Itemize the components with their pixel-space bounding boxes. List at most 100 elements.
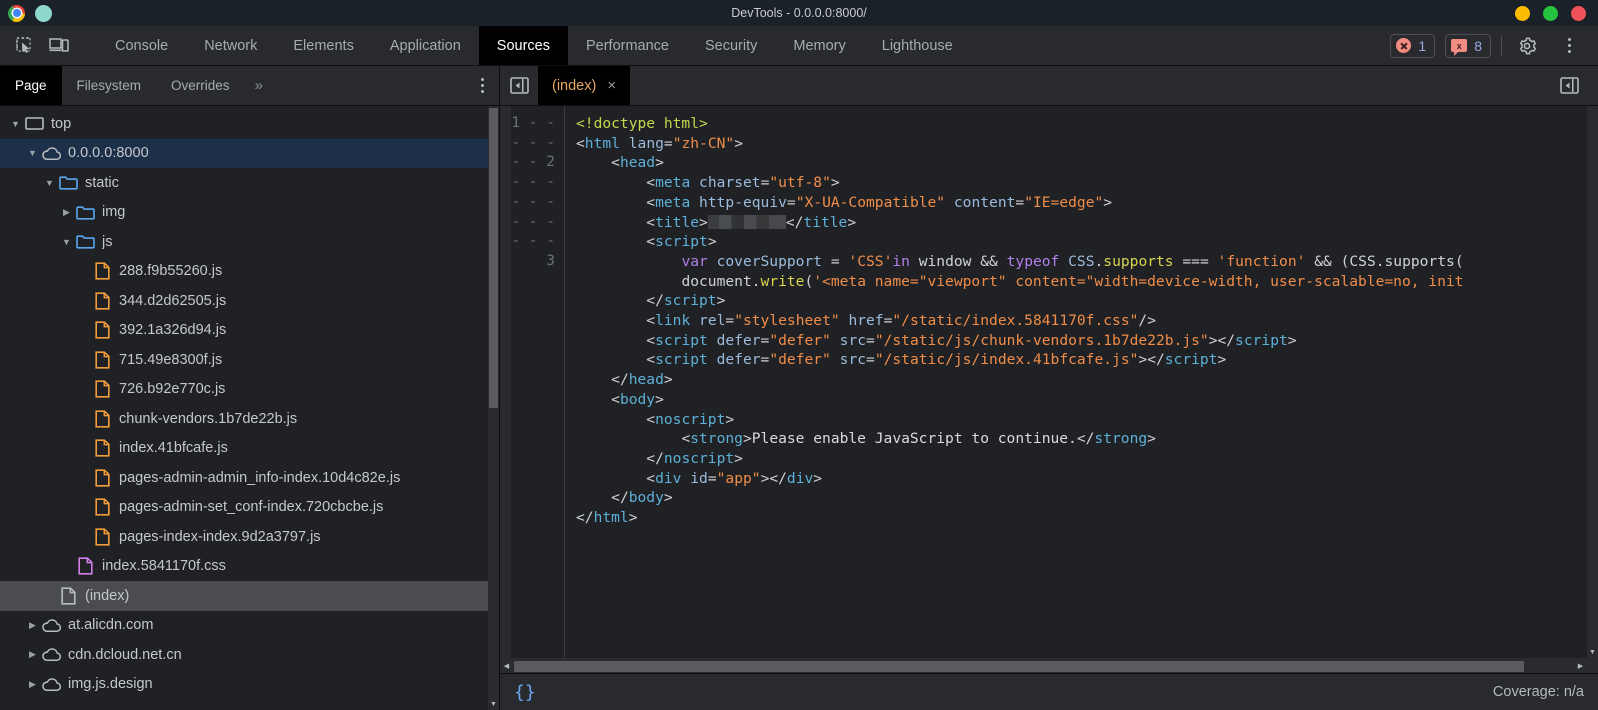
navigator-kebab-menu-icon[interactable] xyxy=(465,66,499,105)
window-close-button[interactable] xyxy=(1571,5,1586,21)
navigator-tabbar: Page Filesystem Overrides » xyxy=(0,66,499,106)
chevron-down-icon[interactable] xyxy=(59,237,74,247)
window-maximize-button[interactable] xyxy=(1543,5,1558,21)
editor-hscroll-thumb[interactable] xyxy=(514,661,1524,672)
collapse-navigator-icon[interactable] xyxy=(500,66,538,105)
tab-network[interactable]: Network xyxy=(186,26,275,65)
editor-horizontal-scrollbar[interactable]: ◀ ▶ xyxy=(500,658,1598,673)
folder-icon xyxy=(74,205,96,220)
sources-editor-panel: (index) × 1 - - - - - - - 2 - - - - - - … xyxy=(500,66,1598,710)
tree-row[interactable]: 288.f9b55260.js xyxy=(0,257,499,287)
show-debugger-sidebar-icon[interactable] xyxy=(1550,77,1588,94)
tree-row[interactable]: pages-admin-admin_info-index.10d4c82e.js xyxy=(0,463,499,493)
chevron-right-icon[interactable] xyxy=(59,207,74,218)
scroll-down-arrow-icon[interactable]: ▼ xyxy=(488,698,499,710)
tree-row[interactable]: pages-admin-set_conf-index.720cbcbe.js xyxy=(0,493,499,523)
error-counter-button[interactable]: 1 xyxy=(1390,33,1436,58)
tree-row[interactable]: index.5841170f.css xyxy=(0,552,499,582)
chevron-right-icon[interactable] xyxy=(25,679,40,690)
editor-scroll-down-arrow-icon[interactable]: ▼ xyxy=(1587,646,1598,658)
tree-row[interactable]: cdn.dcloud.net.cn xyxy=(0,640,499,670)
toolbar-right-controls: 1 x 8 xyxy=(1390,26,1598,65)
device-toolbar-icon[interactable] xyxy=(44,32,74,60)
navigator-vertical-scrollbar[interactable]: ▲ ▼ xyxy=(488,106,499,710)
gear-icon[interactable] xyxy=(1512,32,1542,60)
tree-row[interactable]: img xyxy=(0,198,499,228)
js-file-icon xyxy=(91,410,113,428)
inspect-element-icon[interactable] xyxy=(10,32,40,60)
toolbar-tool-icons xyxy=(0,26,97,65)
navigator-tab-filesystem[interactable]: Filesystem xyxy=(62,66,157,105)
tree-row[interactable]: 0.0.0.0:8000 xyxy=(0,138,499,168)
doc-file-icon xyxy=(57,587,79,605)
navigator-scroll-thumb[interactable] xyxy=(489,108,498,408)
chevron-right-icon[interactable] xyxy=(25,649,40,660)
tree-row-label: static xyxy=(85,174,119,191)
tree-row-label: 392.1a326d94.js xyxy=(119,322,227,339)
chevron-down-icon[interactable] xyxy=(8,119,23,129)
editor-file-tab-index[interactable]: (index) × xyxy=(538,66,631,105)
chevron-down-icon[interactable] xyxy=(42,178,57,188)
tab-application[interactable]: Application xyxy=(372,26,479,65)
tree-row[interactable]: img.js.design xyxy=(0,670,499,700)
scroll-left-arrow-icon[interactable]: ◀ xyxy=(500,659,513,674)
chevron-right-icon[interactable] xyxy=(25,620,40,631)
tree-row-label: at.alicdn.com xyxy=(68,617,154,634)
devtools-main-toolbar: Console Network Elements Application Sou… xyxy=(0,26,1598,66)
tree-row[interactable]: pages-index-index.9d2a3797.js xyxy=(0,522,499,552)
close-icon[interactable]: × xyxy=(607,78,616,93)
navigator-tab-page[interactable]: Page xyxy=(0,66,62,105)
tree-row[interactable]: index.41bfcafe.js xyxy=(0,434,499,464)
teal-dot-icon xyxy=(35,4,52,22)
editor-vertical-scrollbar[interactable]: ▼ xyxy=(1587,106,1598,658)
tree-row[interactable]: top xyxy=(0,109,499,139)
tree-row[interactable]: 715.49e8300f.js xyxy=(0,345,499,375)
redacted-title-text xyxy=(707,214,786,229)
tree-row[interactable]: static xyxy=(0,168,499,198)
kebab-menu-icon[interactable] xyxy=(1552,38,1586,53)
code-editor-area[interactable]: 1 - - - - - - - 2 - - - - - - - - - - - … xyxy=(500,106,1598,658)
cloud-icon xyxy=(40,618,62,633)
tab-memory[interactable]: Memory xyxy=(775,26,863,65)
navigator-more-tabs-icon[interactable]: » xyxy=(245,66,273,105)
tree-row[interactable]: (index) xyxy=(0,581,499,611)
file-tree[interactable]: top 0.0.0.0:8000 static img js 288.f9b55260.j… xyxy=(0,106,499,710)
tree-row[interactable]: 344.d2d62505.js xyxy=(0,286,499,316)
tab-elements[interactable]: Elements xyxy=(275,26,371,65)
chevron-down-icon[interactable] xyxy=(25,148,40,158)
pretty-print-icon[interactable]: {} xyxy=(514,682,536,703)
folder-icon xyxy=(57,175,79,190)
tree-row-label: 288.f9b55260.js xyxy=(119,263,223,280)
cloud-icon xyxy=(40,647,62,662)
source-code-text[interactable]: <!doctype html> <html lang="zh-CN"> <hea… xyxy=(565,106,1598,658)
tab-console[interactable]: Console xyxy=(97,26,186,65)
tree-row[interactable]: chunk-vendors.1b7de22b.js xyxy=(0,404,499,434)
js-file-icon xyxy=(91,439,113,457)
toolbar-divider-2 xyxy=(1501,35,1502,56)
navigator-tab-overrides[interactable]: Overrides xyxy=(156,66,245,105)
devtools-body: Page Filesystem Overrides » top 0.0.0.0:8… xyxy=(0,66,1598,710)
js-file-icon xyxy=(91,321,113,339)
warning-counter-button[interactable]: x 8 xyxy=(1445,33,1491,58)
tree-row-label: 715.49e8300f.js xyxy=(119,351,223,368)
tree-row[interactable]: 726.b92e770c.js xyxy=(0,375,499,405)
frame-icon xyxy=(23,116,45,131)
editor-left-rail xyxy=(500,106,511,658)
tree-row-label: top xyxy=(51,115,72,132)
tab-lighthouse[interactable]: Lighthouse xyxy=(864,26,971,65)
code-content-region[interactable]: 1 - - - - - - - 2 - - - - - - - - - - - … xyxy=(511,106,1598,658)
tree-row[interactable]: 392.1a326d94.js xyxy=(0,316,499,346)
js-file-icon xyxy=(91,351,113,369)
tab-security[interactable]: Security xyxy=(687,26,775,65)
js-file-icon xyxy=(91,469,113,487)
tree-row-label: pages-admin-admin_info-index.10d4c82e.js xyxy=(119,469,401,486)
tree-row[interactable]: at.alicdn.com xyxy=(0,611,499,641)
warning-message-icon: x xyxy=(1451,39,1468,56)
js-file-icon xyxy=(91,498,113,516)
window-minimize-button[interactable] xyxy=(1515,5,1530,21)
scroll-right-arrow-icon[interactable]: ▶ xyxy=(1574,659,1587,674)
tab-performance[interactable]: Performance xyxy=(568,26,687,65)
tab-sources[interactable]: Sources xyxy=(478,26,568,65)
error-icon xyxy=(1396,38,1412,53)
tree-row[interactable]: js xyxy=(0,227,499,257)
